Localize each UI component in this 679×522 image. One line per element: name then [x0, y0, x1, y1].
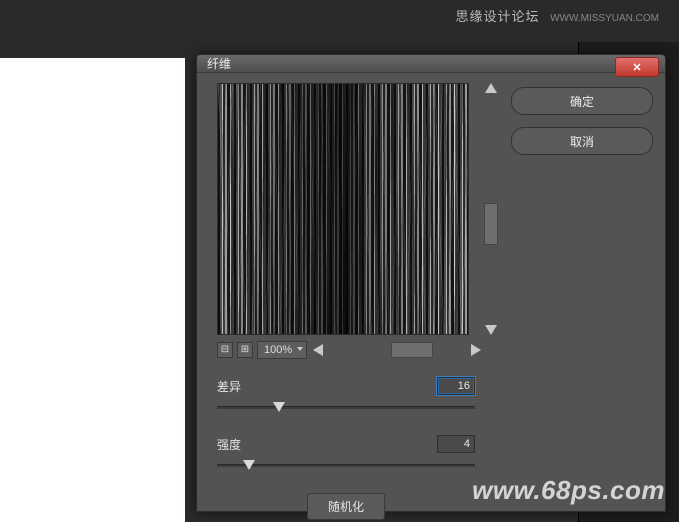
preview-vertical-scrollbar[interactable]: [485, 83, 497, 335]
variance-input[interactable]: [437, 377, 475, 395]
variance-label: 差异: [217, 378, 241, 395]
dialog-title: 纤维: [207, 55, 231, 72]
scroll-up-icon[interactable]: [485, 83, 497, 93]
vertical-scroll-thumb[interactable]: [484, 203, 498, 245]
zoom-row: ⊟ ⊞ 100%: [217, 341, 483, 359]
horizontal-scroll-thumb[interactable]: [391, 342, 433, 358]
left-column: ⊟ ⊞ 100% 差异: [217, 83, 497, 520]
cancel-button[interactable]: 取消: [511, 127, 653, 155]
variance-slider[interactable]: [217, 401, 475, 413]
preview-wrap: [217, 83, 483, 335]
variance-slider-thumb[interactable]: [273, 402, 285, 412]
ok-button[interactable]: 确定: [511, 87, 653, 115]
randomize-label: 随机化: [328, 500, 364, 514]
strength-input[interactable]: [437, 435, 475, 453]
strength-label: 强度: [217, 436, 241, 453]
zoom-out-button[interactable]: ⊟: [217, 342, 233, 358]
ok-label: 确定: [570, 93, 594, 110]
cancel-label: 取消: [570, 133, 594, 150]
strength-control: 强度: [217, 435, 475, 471]
site-url: WWW.MISSYUAN.COM: [550, 13, 659, 24]
variance-control: 差异: [217, 377, 475, 413]
page-header: 思缘设计论坛 WWW.MISSYUAN.COM: [455, 6, 659, 25]
preview-horizontal-scrollbar[interactable]: [311, 343, 483, 357]
dialog-body: ⊟ ⊞ 100% 差异: [197, 73, 665, 522]
zoom-value: 100%: [264, 344, 292, 356]
close-icon: ✕: [632, 61, 641, 74]
minus-icon: ⊟: [221, 345, 229, 355]
fibers-dialog: 纤维 ✕ ⊟: [196, 54, 666, 512]
controls: 差异 强度: [217, 377, 475, 520]
close-button[interactable]: ✕: [615, 57, 659, 77]
zoom-select[interactable]: 100%: [257, 341, 307, 359]
site-title: 思缘设计论坛: [455, 9, 539, 24]
scroll-left-icon[interactable]: [313, 344, 323, 356]
right-column: 确定 取消: [497, 83, 653, 520]
dialog-titlebar[interactable]: 纤维 ✕: [197, 55, 665, 73]
scroll-down-icon[interactable]: [485, 325, 497, 335]
scroll-right-icon[interactable]: [471, 344, 481, 356]
filter-preview[interactable]: [217, 83, 469, 335]
document-canvas[interactable]: [0, 58, 185, 522]
randomize-button[interactable]: 随机化: [307, 493, 385, 520]
plus-icon: ⊞: [241, 345, 249, 355]
strength-slider[interactable]: [217, 459, 475, 471]
zoom-in-button[interactable]: ⊞: [237, 342, 253, 358]
strength-slider-thumb[interactable]: [243, 460, 255, 470]
